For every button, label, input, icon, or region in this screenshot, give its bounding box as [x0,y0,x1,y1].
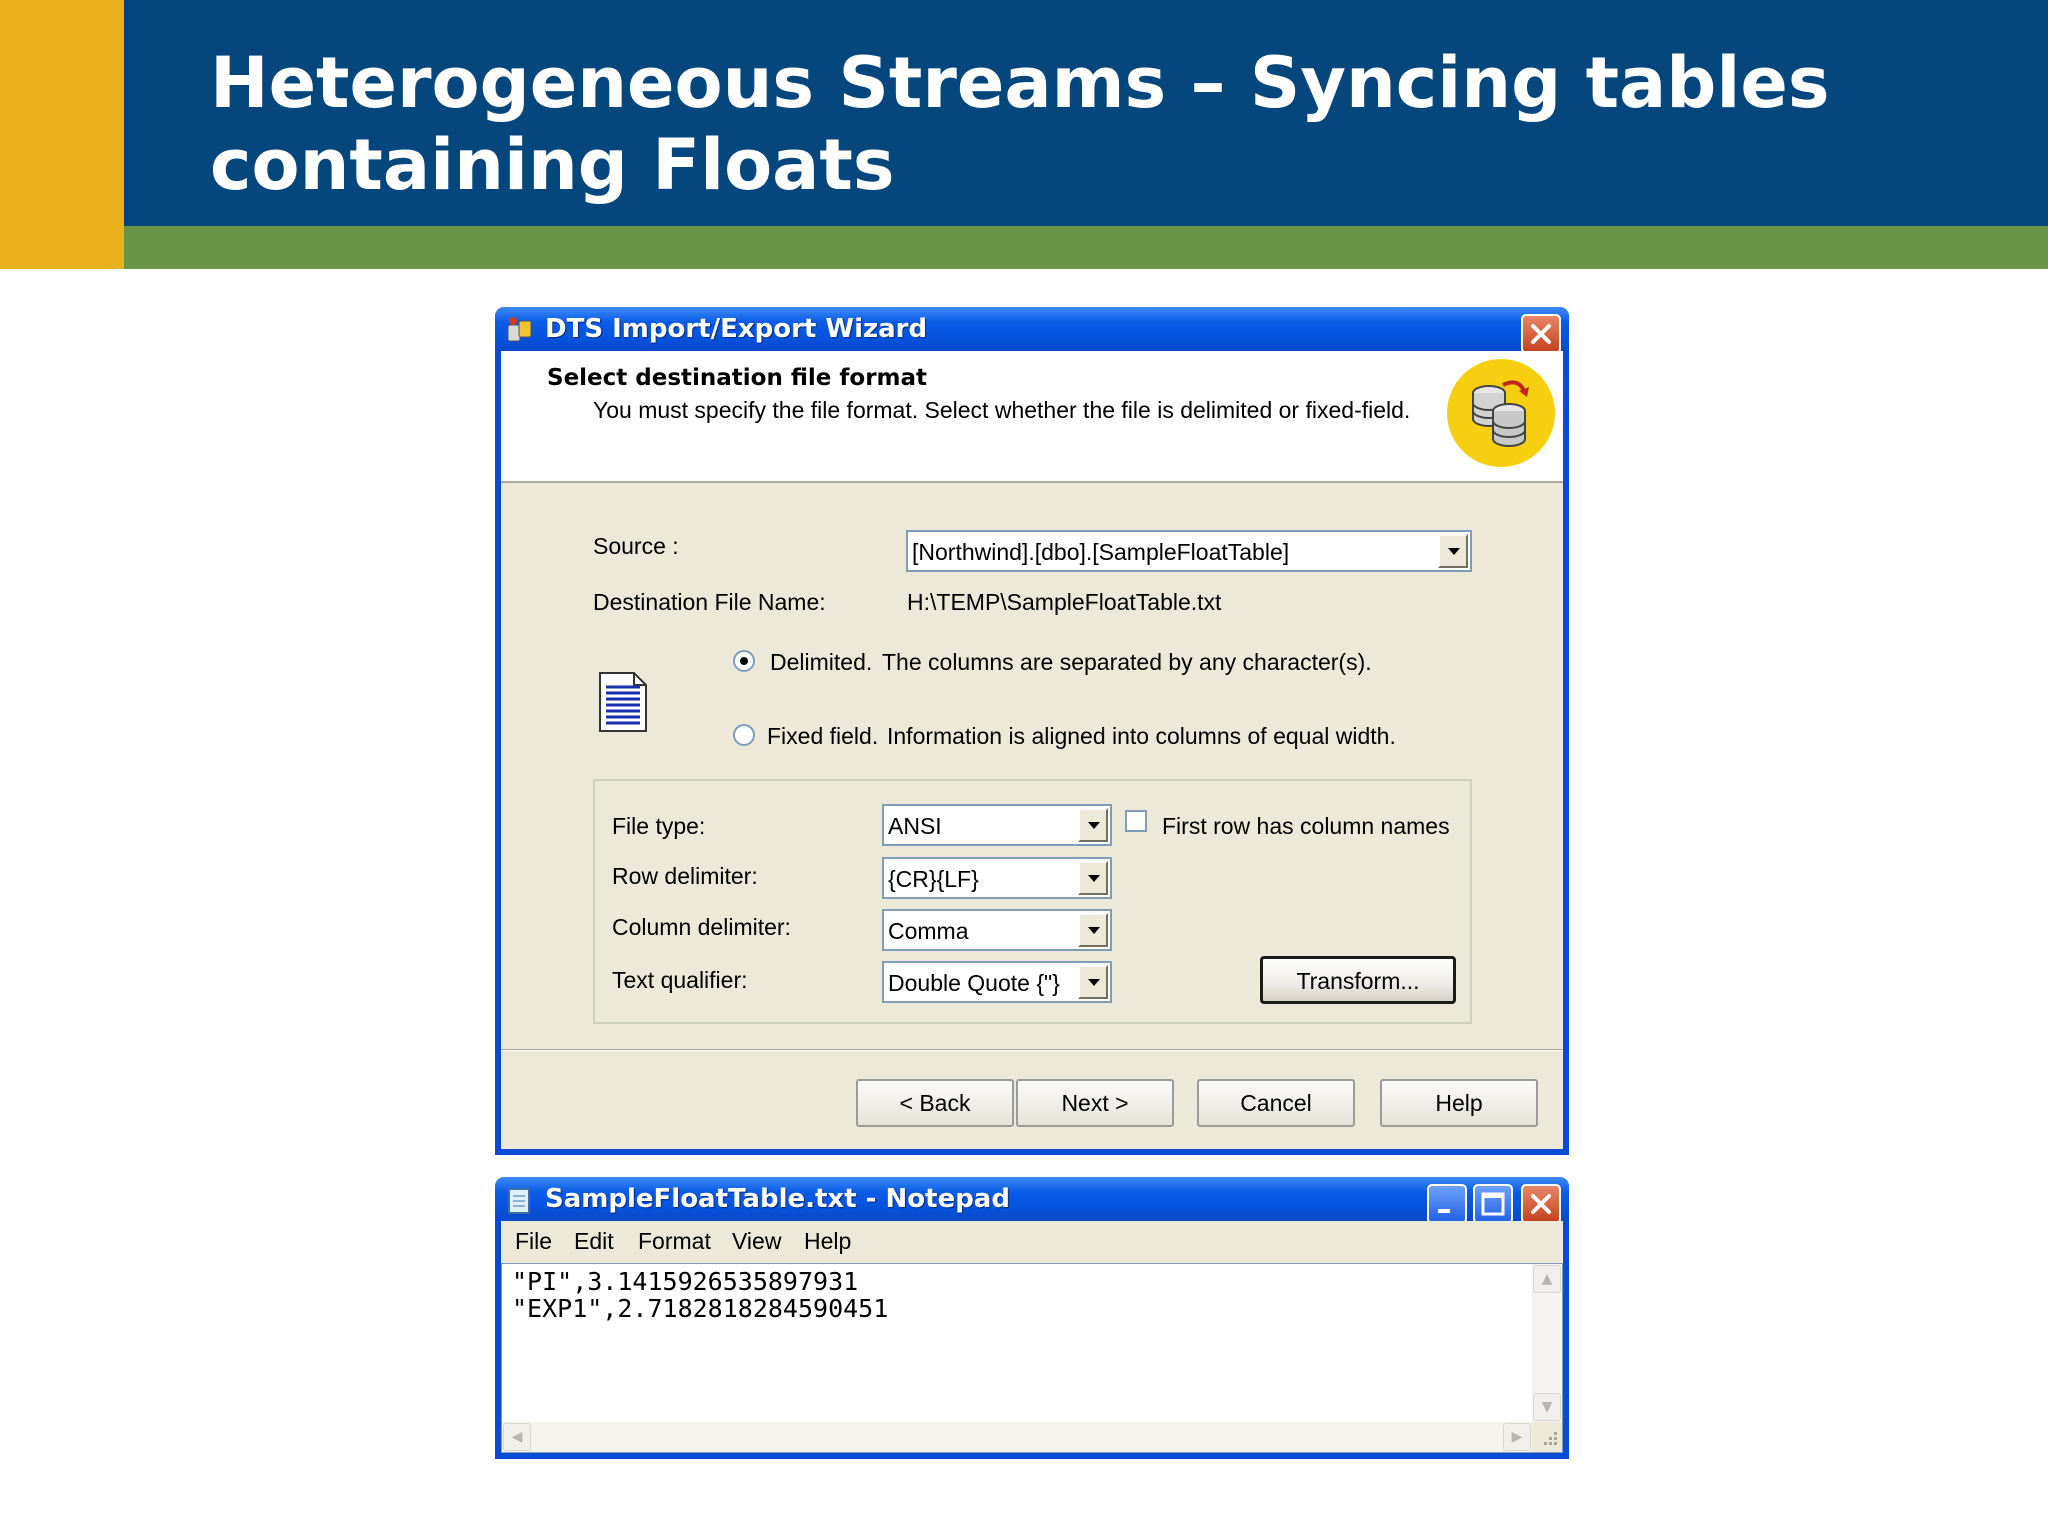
text-qualifier-label: Text qualifier: [612,967,748,993]
vertical-scrollbar[interactable]: ▲ ▼ [1532,1264,1562,1422]
chevron-down-icon[interactable] [1078,965,1108,999]
menu-file[interactable]: File [515,1228,552,1255]
destination-label: Destination File Name: [593,589,826,615]
header-accent-bar [0,0,124,269]
maximize-button[interactable] [1473,1184,1513,1224]
notepad-titlebar[interactable]: SampleFloatTable.txt - Notepad [495,1177,1569,1224]
back-button[interactable]: < Back [856,1079,1014,1127]
scroll-left-icon[interactable]: ◀ [503,1423,531,1451]
database-transfer-icon [1447,359,1555,467]
minimize-button[interactable] [1427,1184,1467,1224]
minimize-icon [1438,1209,1450,1213]
file-type-label: File type: [612,813,706,839]
notepad-text-area[interactable]: "PI",3.1415926535897931 "EXP1",2.7182818… [501,1263,1563,1453]
notepad-app-icon [508,1188,530,1214]
text-line: "PI",3.1415926535897931 [512,1267,859,1296]
notepad-title: SampleFloatTable.txt - Notepad [545,1184,1010,1214]
cancel-button[interactable]: Cancel [1197,1079,1355,1127]
maximize-icon [1481,1192,1505,1216]
text-file-icon [599,672,647,732]
close-icon [1531,1194,1551,1214]
first-row-checkbox[interactable] [1125,810,1147,832]
close-icon [1531,324,1551,344]
wizard-title: DTS Import/Export Wizard [545,314,928,344]
source-dropdown[interactable]: [Northwind].[dbo].[SampleFloatTable] [906,530,1472,572]
wizard-titlebar[interactable]: DTS Import/Export Wizard [495,307,1569,354]
text-line: "EXP1",2.7182818284590451 [512,1294,889,1323]
slide-title: Heterogeneous Streams – Syncing tables c… [210,42,1830,206]
row-delimiter-dropdown[interactable]: {CR}{LF} [882,857,1112,899]
text-qualifier-dropdown[interactable]: Double Quote {"} [882,961,1112,1003]
file-type-value: ANSI [888,813,942,839]
chevron-down-icon[interactable] [1078,913,1108,947]
wizard-header-panel: Select destination file format You must … [501,351,1563,483]
help-button[interactable]: Help [1380,1079,1538,1127]
destination-value: H:\TEMP\SampleFloatTable.txt [907,589,1222,615]
wizard-client-area: Select destination file format You must … [501,351,1563,1149]
row-delimiter-value: {CR}{LF} [888,866,979,892]
notepad-menubar: File Edit Format View Help [501,1221,1563,1263]
transform-button[interactable]: Transform... [1260,956,1456,1004]
menu-edit[interactable]: Edit [574,1228,614,1255]
wizard-app-icon [507,317,532,342]
fixed-field-radio[interactable] [733,724,755,746]
fixed-field-description: Information is aligned into columns of e… [887,723,1396,749]
menu-help[interactable]: Help [804,1228,851,1255]
chevron-down-icon[interactable] [1438,534,1468,568]
delimited-label[interactable]: Delimited. [770,649,872,676]
delimited-description: The columns are separated by any charact… [882,649,1372,675]
scroll-up-icon[interactable]: ▲ [1533,1265,1561,1293]
column-delimiter-label: Column delimiter: [612,914,791,940]
first-row-label[interactable]: First row has column names [1162,813,1450,840]
file-type-dropdown[interactable]: ANSI [882,804,1112,846]
next-button[interactable]: Next > [1016,1079,1174,1127]
chevron-down-icon[interactable] [1078,861,1108,895]
column-delimiter-dropdown[interactable]: Comma [882,909,1112,951]
resize-grip-icon[interactable] [1532,1422,1562,1452]
notepad-client-area: File Edit Format View Help "PI",3.141592… [501,1221,1563,1453]
column-delimiter-value: Comma [888,918,969,944]
notepad-window: SampleFloatTable.txt - Notepad File Edit… [495,1177,1569,1459]
scroll-right-icon[interactable]: ▶ [1503,1423,1531,1451]
wizard-subheading: You must specify the file format. Select… [593,397,1411,423]
notepad-close-button[interactable] [1521,1184,1561,1224]
wizard-footer-separator [501,1049,1563,1051]
menu-view[interactable]: View [732,1228,781,1255]
radio-selected-dot [740,657,748,665]
header-stripe [124,226,2048,269]
delimited-radio[interactable] [733,650,755,672]
row-delimiter-label: Row delimiter: [612,863,758,889]
horizontal-scrollbar[interactable]: ◀ ▶ [502,1422,1532,1452]
text-qualifier-value: Double Quote {"} [888,970,1060,996]
wizard-heading: Select destination file format [547,365,928,391]
menu-format[interactable]: Format [638,1228,711,1255]
wizard-close-button[interactable] [1521,314,1561,354]
source-value: [Northwind].[dbo].[SampleFloatTable] [912,539,1290,565]
wizard-window: DTS Import/Export Wizard Select destinat… [495,307,1569,1155]
chevron-down-icon[interactable] [1078,808,1108,842]
fixed-field-label[interactable]: Fixed field. [767,723,878,750]
scroll-down-icon[interactable]: ▼ [1533,1393,1561,1421]
source-label: Source : [593,533,679,559]
